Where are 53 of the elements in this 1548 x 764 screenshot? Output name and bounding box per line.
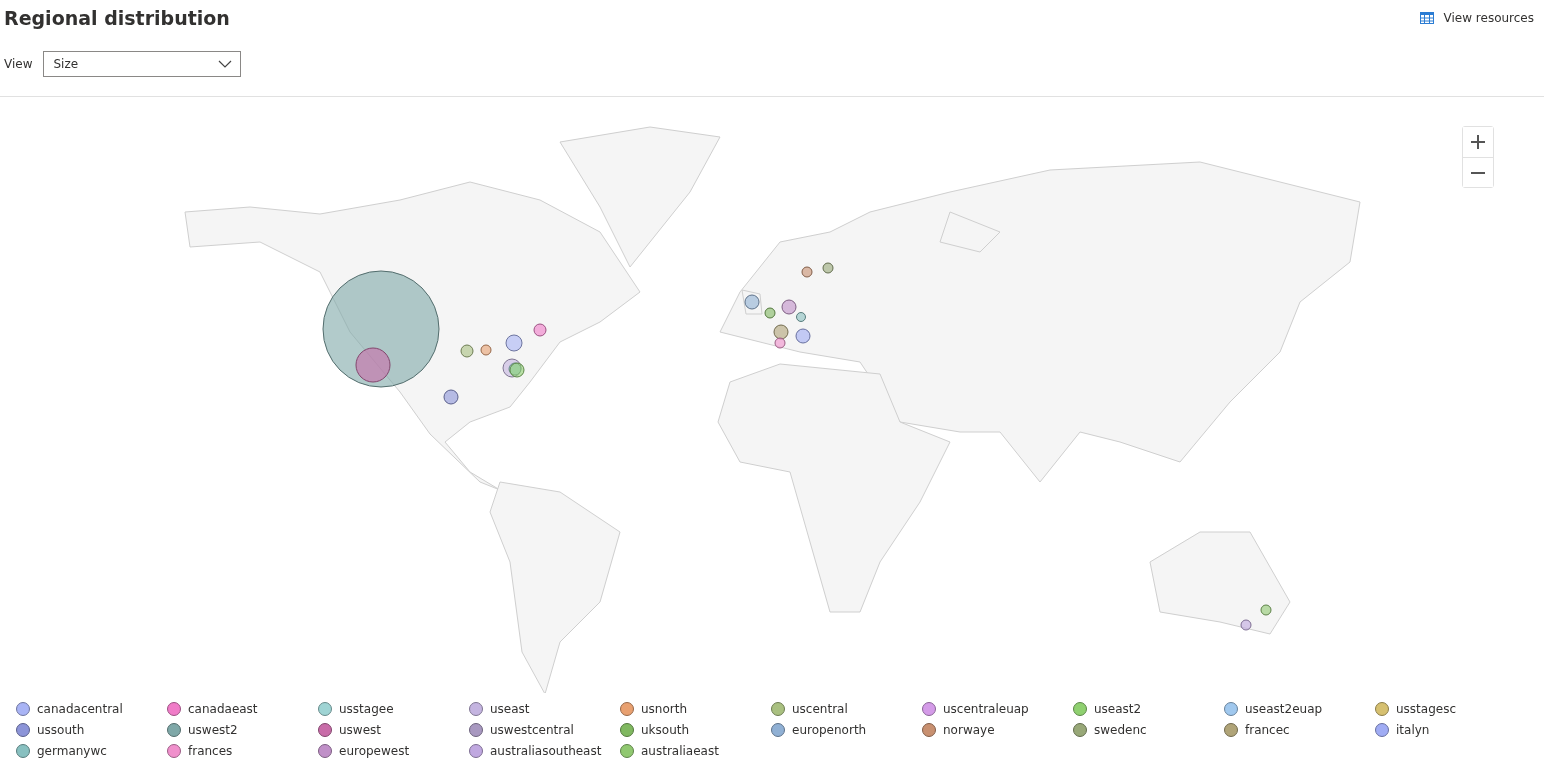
map-bubble[interactable] bbox=[781, 299, 797, 315]
map-bubble[interactable] bbox=[505, 334, 523, 352]
legend-label[interactable]: usnorth bbox=[641, 702, 688, 716]
legend-label[interactable]: europewest bbox=[339, 744, 410, 758]
legend-label[interactable]: australiaeast bbox=[641, 744, 719, 758]
view-label: View bbox=[4, 57, 33, 71]
map-bubble[interactable] bbox=[744, 294, 760, 310]
legend-label[interactable]: uscentraleuap bbox=[943, 702, 1029, 716]
map-bubble[interactable] bbox=[533, 323, 547, 337]
map-bubble[interactable] bbox=[460, 344, 474, 358]
legend-label[interactable]: ussouth bbox=[37, 723, 85, 737]
legend-label[interactable]: europenorth bbox=[792, 723, 867, 737]
map-bubble[interactable] bbox=[796, 312, 806, 322]
legend-label[interactable]: uswest2 bbox=[188, 723, 238, 737]
map-bubble[interactable] bbox=[764, 307, 776, 319]
legend-label[interactable]: canadaeast bbox=[188, 702, 258, 716]
map-bubble[interactable] bbox=[322, 270, 440, 388]
map-bubble[interactable] bbox=[773, 324, 789, 340]
map-bubble[interactable] bbox=[774, 337, 786, 349]
map-bubble[interactable] bbox=[502, 358, 522, 378]
legend-label[interactable]: francec bbox=[1245, 723, 1290, 737]
legend-label[interactable]: canadacentral bbox=[37, 702, 123, 716]
legend-label[interactable]: italyn bbox=[1396, 723, 1430, 737]
chevron-down-icon bbox=[218, 60, 233, 68]
legend-label[interactable]: useast2 bbox=[1094, 702, 1142, 716]
map-bubble[interactable] bbox=[795, 328, 811, 344]
minus-icon bbox=[1470, 171, 1486, 174]
legend-label[interactable]: norwaye bbox=[943, 723, 995, 737]
map-bubble[interactable] bbox=[822, 262, 834, 274]
map-bubble[interactable] bbox=[480, 344, 492, 356]
legend-label[interactable]: swedenc bbox=[1094, 723, 1147, 737]
page-title: Regional distribution bbox=[4, 7, 230, 29]
map-bubble[interactable] bbox=[355, 347, 391, 383]
map-bubble[interactable] bbox=[1240, 619, 1252, 631]
table-icon bbox=[1419, 12, 1434, 24]
legend-label[interactable]: uscentral bbox=[792, 702, 848, 716]
legend-label[interactable]: usstagesc bbox=[1396, 702, 1457, 716]
legend-label[interactable]: frances bbox=[188, 744, 233, 758]
view-resources-link[interactable]: View resources bbox=[1419, 11, 1534, 25]
view-dropdown[interactable]: Size bbox=[43, 51, 242, 77]
plus-icon bbox=[1470, 134, 1486, 150]
zoom-out-button[interactable] bbox=[1463, 157, 1493, 187]
map-bubble[interactable] bbox=[443, 389, 459, 405]
map-bubble[interactable] bbox=[801, 266, 813, 278]
map-bubble[interactable] bbox=[1260, 604, 1272, 616]
legend-label[interactable]: usstagee bbox=[339, 702, 394, 716]
legend-label[interactable]: uswest bbox=[339, 723, 381, 737]
legend-label[interactable]: germanywc bbox=[37, 744, 107, 758]
legend-label[interactable]: australiasoutheast bbox=[490, 744, 602, 758]
legend-label[interactable]: useast bbox=[490, 702, 530, 716]
legend-label[interactable]: uksouth bbox=[641, 723, 690, 737]
legend-label[interactable]: uswestcentral bbox=[490, 723, 574, 737]
legend-label[interactable]: useast2euap bbox=[1245, 702, 1323, 716]
